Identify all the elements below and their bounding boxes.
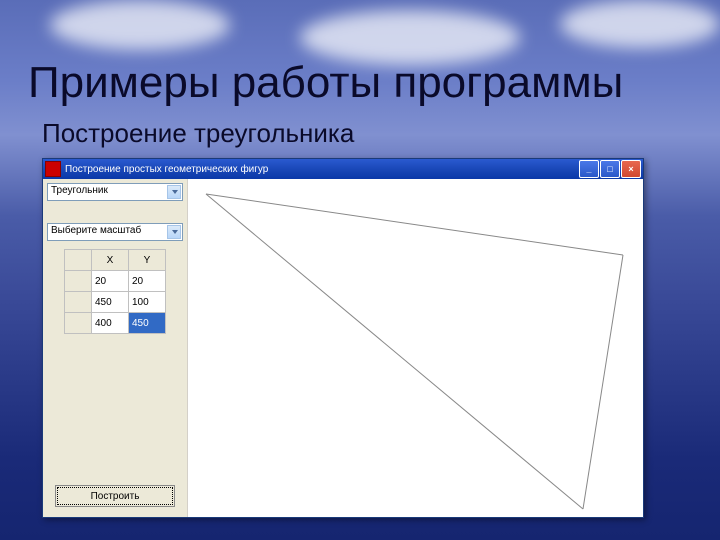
cloud-decoration bbox=[560, 0, 720, 48]
cell-x[interactable]: 400 bbox=[92, 313, 129, 334]
drawing-canvas[interactable] bbox=[188, 179, 643, 517]
cell-y-selected[interactable]: 450 bbox=[129, 313, 166, 334]
maximize-button[interactable]: □ bbox=[600, 160, 620, 178]
sidebar: Треугольник Выберите масштаб X Y 20 20 4… bbox=[43, 179, 188, 517]
slide-subtitle: Построение треугольника bbox=[42, 118, 354, 149]
client-area: Треугольник Выберите масштаб X Y 20 20 4… bbox=[43, 179, 643, 517]
cloud-decoration bbox=[50, 0, 230, 50]
slide-title: Примеры работы программы bbox=[28, 58, 623, 108]
table-header-row: X Y bbox=[65, 250, 166, 271]
cell-y[interactable]: 100 bbox=[129, 292, 166, 313]
row-header bbox=[65, 313, 92, 334]
table-row[interactable]: 20 20 bbox=[65, 271, 166, 292]
col-x: X bbox=[92, 250, 129, 271]
titlebar[interactable]: Построение простых геометрических фигур … bbox=[43, 159, 643, 179]
scale-combo[interactable]: Выберите масштаб bbox=[47, 223, 183, 241]
build-button-label: Построить bbox=[91, 491, 140, 502]
window-title: Построение простых геометрических фигур bbox=[65, 164, 579, 175]
cloud-decoration bbox=[300, 10, 520, 65]
row-header bbox=[65, 292, 92, 313]
triangle-shape bbox=[188, 179, 643, 517]
close-button[interactable]: × bbox=[621, 160, 641, 178]
points-table[interactable]: X Y 20 20 450 100 400 450 bbox=[64, 249, 166, 334]
row-header bbox=[65, 271, 92, 292]
col-y: Y bbox=[129, 250, 166, 271]
cell-y[interactable]: 20 bbox=[129, 271, 166, 292]
scale-combo-value: Выберите масштаб bbox=[51, 225, 141, 236]
shape-combo[interactable]: Треугольник bbox=[47, 183, 183, 201]
build-button[interactable]: Построить bbox=[55, 485, 175, 507]
cell-x[interactable]: 20 bbox=[92, 271, 129, 292]
app-window: Построение простых геометрических фигур … bbox=[42, 158, 644, 518]
window-buttons: _ □ × bbox=[579, 160, 641, 178]
table-row[interactable]: 400 450 bbox=[65, 313, 166, 334]
table-corner bbox=[65, 250, 92, 271]
shape-combo-value: Треугольник bbox=[51, 185, 108, 196]
table-row[interactable]: 450 100 bbox=[65, 292, 166, 313]
app-icon bbox=[45, 161, 61, 177]
minimize-button[interactable]: _ bbox=[579, 160, 599, 178]
cell-x[interactable]: 450 bbox=[92, 292, 129, 313]
